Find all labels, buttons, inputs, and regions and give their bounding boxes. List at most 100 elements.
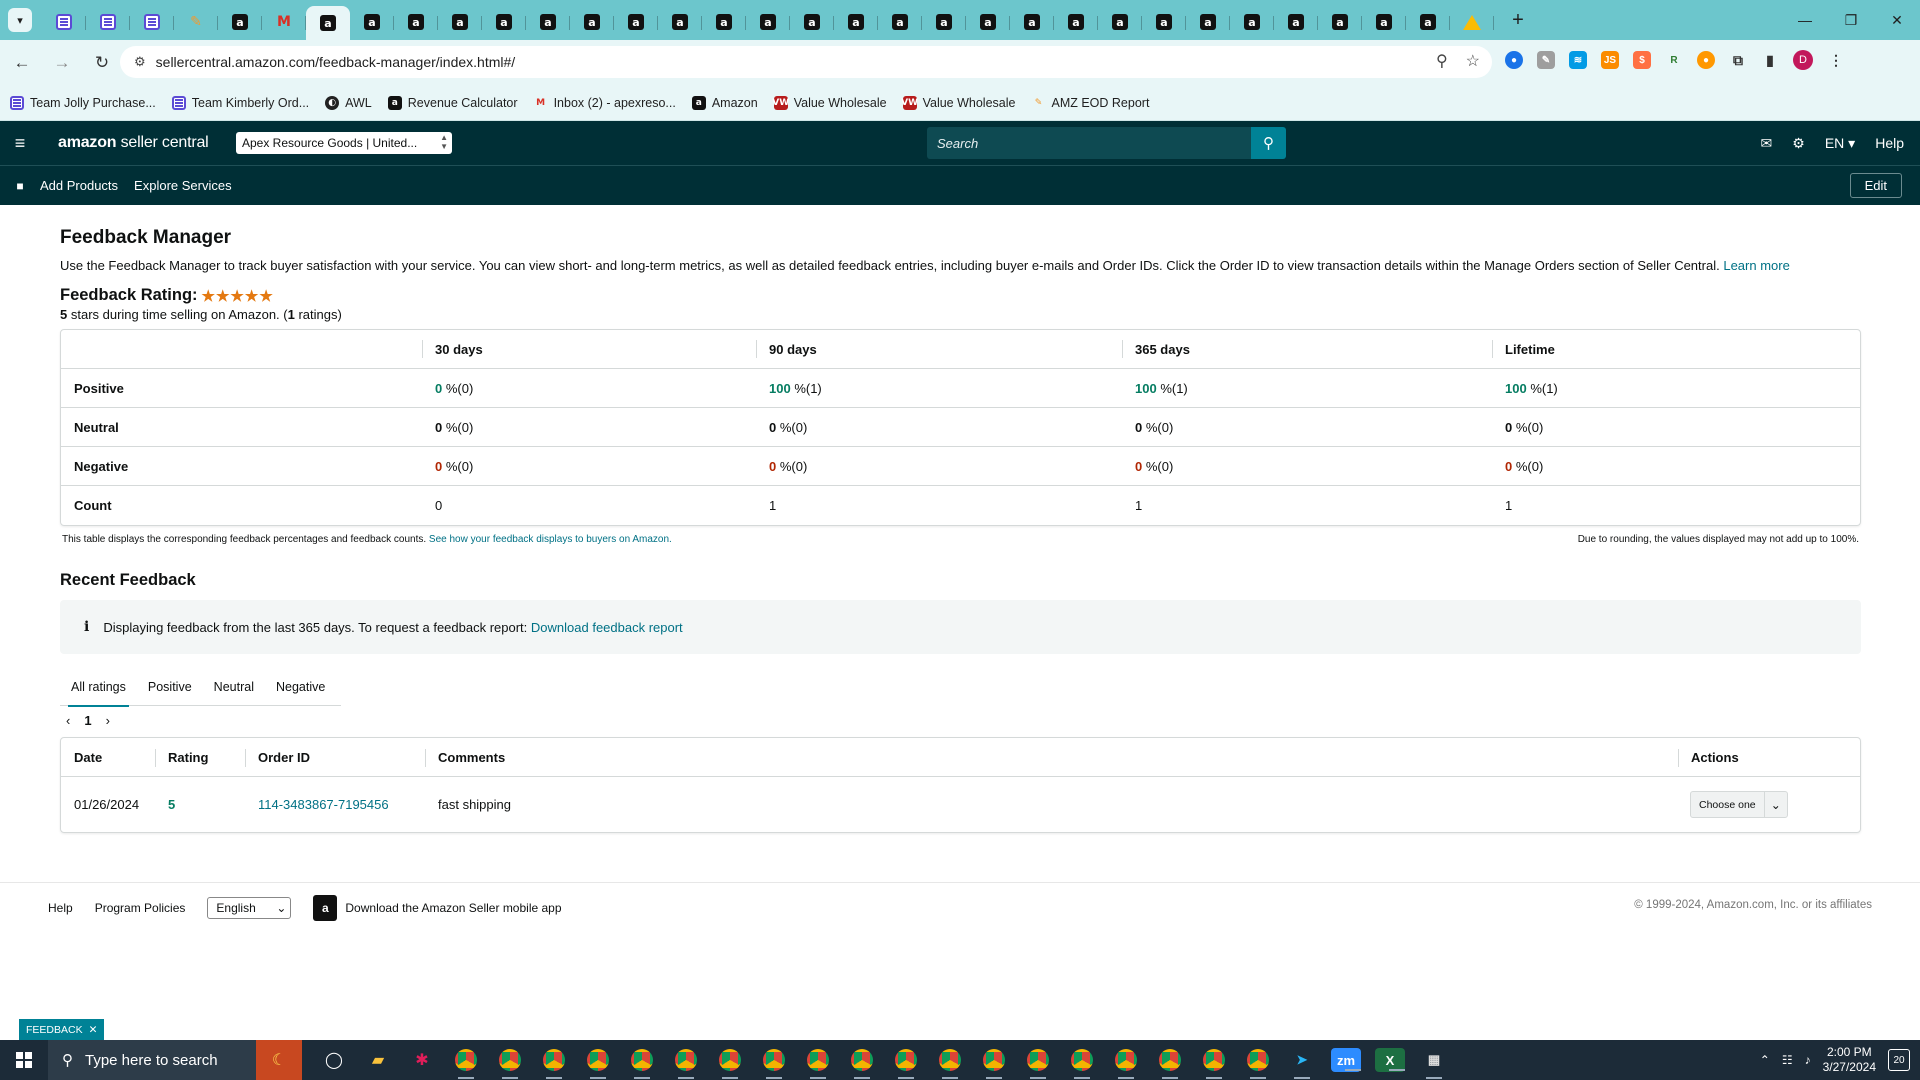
chrome-icon[interactable] — [1016, 1040, 1060, 1080]
zoom-icon[interactable]: zm — [1331, 1048, 1361, 1072]
side-panel-icon[interactable]: ▮ — [1761, 51, 1779, 69]
address-bar[interactable]: ⚙ sellercentral.amazon.com/feedback-mana… — [120, 46, 1492, 78]
zoom-icon[interactable]: ⚲ — [1436, 51, 1448, 71]
telegram-icon[interactable]: ➤ — [1280, 1040, 1324, 1080]
slack-icon[interactable]: ✱ — [400, 1040, 444, 1080]
browser-tab[interactable]: a — [1142, 6, 1186, 38]
page-number[interactable]: 1 — [84, 713, 91, 728]
chrome-icon[interactable] — [708, 1040, 752, 1080]
profile-avatar[interactable]: D — [1793, 50, 1813, 70]
browser-tab[interactable]: a — [702, 6, 746, 38]
tab-positive[interactable]: Positive — [137, 669, 203, 706]
volume-icon[interactable]: ♪ — [1805, 1053, 1811, 1067]
feedback-widget-tab[interactable]: FEEDBACK ✕ — [19, 1019, 105, 1040]
bookmark-icon[interactable]: ■ — [0, 179, 40, 193]
extension-icon[interactable]: $ — [1633, 51, 1651, 69]
browser-tab[interactable] — [86, 6, 130, 38]
browser-tab[interactable]: a — [394, 6, 438, 38]
browser-tab[interactable]: a — [966, 6, 1010, 38]
browser-tab[interactable]: M — [262, 6, 306, 38]
menu-icon[interactable]: ⋮ — [1827, 51, 1845, 69]
actions-dropdown[interactable]: Choose one ⌄ — [1690, 791, 1788, 818]
search-button[interactable]: ⚲ — [1251, 127, 1286, 159]
add-products-link[interactable]: Add Products — [40, 178, 118, 193]
browser-tab[interactable]: a — [1010, 6, 1054, 38]
clock[interactable]: 2:00 PM 3/27/2024 — [1823, 1045, 1876, 1075]
bookmark-item[interactable]: M Inbox (2) - apexreso... — [534, 96, 676, 110]
footer-help-link[interactable]: Help — [48, 901, 73, 915]
chrome-icon[interactable] — [1060, 1040, 1104, 1080]
chevron-left-icon[interactable]: ‹ — [66, 713, 70, 728]
chrome-icon[interactable] — [1104, 1040, 1148, 1080]
search-input[interactable] — [927, 127, 1251, 159]
puzzle-icon[interactable]: ⧉ — [1729, 51, 1747, 69]
download-app-link[interactable]: Download the Amazon Seller mobile app — [345, 901, 561, 915]
browser-tab[interactable]: a — [526, 6, 570, 38]
seller-central-logo[interactable]: amazon seller central — [58, 134, 209, 152]
browser-tab[interactable]: a — [658, 6, 702, 38]
site-info-icon[interactable]: ⚙ — [134, 54, 146, 70]
close-icon[interactable]: ✕ — [89, 1024, 98, 1036]
notifications-icon[interactable]: 20 — [1888, 1049, 1910, 1071]
store-selector[interactable]: Apex Resource Goods | United... ▲ ▼ — [236, 132, 452, 154]
close-icon[interactable]: ✕ — [1874, 0, 1920, 40]
chrome-icon[interactable] — [620, 1040, 664, 1080]
bookmark-item[interactable]: a Amazon — [691, 95, 758, 110]
browser-tab[interactable]: a — [1406, 6, 1450, 38]
browser-tab[interactable]: a — [834, 6, 878, 38]
learn-more-link[interactable]: Learn more — [1723, 258, 1789, 273]
chrome-icon[interactable] — [840, 1040, 884, 1080]
chrome-icon[interactable] — [796, 1040, 840, 1080]
extension-icon[interactable]: R — [1665, 51, 1683, 69]
browser-tab[interactable]: a — [746, 6, 790, 38]
order-id-link[interactable]: 114-3483867-7195456 — [245, 797, 425, 812]
forward-icon[interactable]: → — [44, 45, 80, 81]
task-view-icon[interactable]: ◯ — [312, 1040, 356, 1080]
browser-tab[interactable]: a — [218, 6, 262, 38]
browser-tab[interactable]: a — [1230, 6, 1274, 38]
browser-tab[interactable]: ✎ — [174, 6, 218, 38]
chrome-icon[interactable] — [1236, 1040, 1280, 1080]
calculator-icon[interactable]: ▦ — [1412, 1040, 1456, 1080]
explore-services-link[interactable]: Explore Services — [134, 178, 232, 193]
bookmark-item[interactable]: VW Value Wholesale — [772, 95, 887, 110]
download-report-link[interactable]: Download feedback report — [531, 620, 683, 635]
browser-tab[interactable]: a — [350, 6, 394, 38]
browser-tab[interactable]: a — [482, 6, 526, 38]
tab-search-button[interactable]: ▾ — [8, 8, 32, 32]
taskbar-search[interactable]: ⚲ Type here to search — [48, 1040, 256, 1080]
hamburger-menu-icon[interactable]: ≡ — [0, 133, 40, 154]
tab-all-ratings[interactable]: All ratings — [60, 669, 137, 707]
start-button[interactable] — [0, 1040, 48, 1080]
chrome-icon[interactable] — [444, 1040, 488, 1080]
mail-icon[interactable]: ✉ — [1761, 135, 1773, 152]
chrome-icon[interactable] — [972, 1040, 1016, 1080]
amazon-app-icon[interactable]: a — [313, 894, 338, 921]
back-icon[interactable]: ← — [4, 45, 40, 81]
browser-tab[interactable]: a — [1098, 6, 1142, 38]
browser-tab[interactable]: a — [306, 6, 350, 40]
browser-tab[interactable] — [1450, 6, 1494, 38]
bookmark-item[interactable]: Team Kimberly Ord... — [171, 95, 309, 110]
chrome-icon[interactable] — [884, 1040, 928, 1080]
network-icon[interactable]: ☷ — [1782, 1053, 1793, 1067]
browser-tab[interactable]: a — [1054, 6, 1098, 38]
chrome-icon[interactable] — [752, 1040, 796, 1080]
browser-tab[interactable]: a — [570, 6, 614, 38]
chevron-right-icon[interactable]: › — [106, 713, 110, 728]
extension-icon[interactable]: ≋ — [1569, 51, 1587, 69]
bookmark-item[interactable]: VW Value Wholesale — [901, 95, 1015, 110]
chrome-icon[interactable] — [1148, 1040, 1192, 1080]
minimize-icon[interactable]: — — [1782, 0, 1828, 40]
new-tab-button[interactable]: + — [1504, 9, 1532, 32]
chrome-icon[interactable] — [532, 1040, 576, 1080]
feedback-display-link[interactable]: See how your feedback displays to buyers… — [429, 534, 672, 545]
extension-icon[interactable]: JS — [1601, 51, 1619, 69]
browser-tab[interactable]: a — [1362, 6, 1406, 38]
browser-tab[interactable] — [42, 6, 86, 38]
language-select[interactable]: English ⌄ — [207, 896, 292, 919]
chrome-icon[interactable] — [664, 1040, 708, 1080]
extension-icon[interactable]: ✎ — [1537, 51, 1555, 69]
reload-icon[interactable]: ↻ — [84, 45, 120, 81]
browser-tab[interactable]: a — [438, 6, 482, 38]
